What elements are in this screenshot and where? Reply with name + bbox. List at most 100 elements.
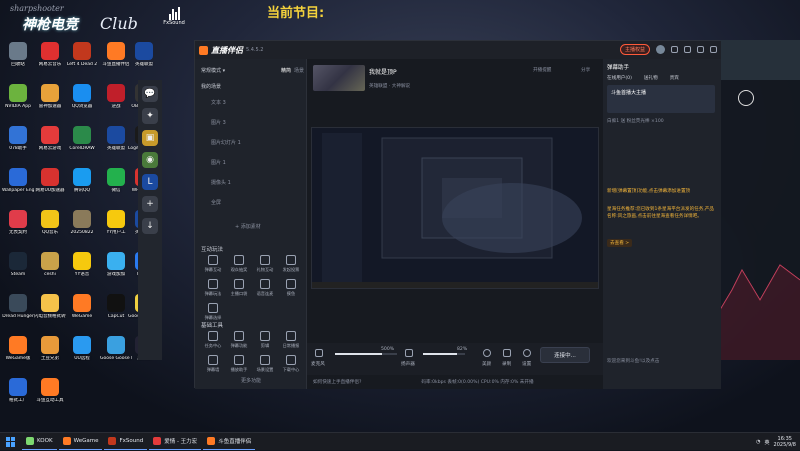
tool-button[interactable]: 礼物互动 xyxy=(253,255,277,277)
desktop-icon[interactable]: Dread Hunger xyxy=(2,294,34,334)
desktop-icon[interactable]: 078助手 xyxy=(2,126,34,166)
game-icon[interactable]: ◉ xyxy=(142,152,158,168)
app-icon xyxy=(9,252,27,270)
desktop-icon[interactable]: QQ浏览器 xyxy=(66,84,98,124)
close-icon[interactable] xyxy=(710,46,717,53)
fxsound-desktop-icon[interactable]: FxSound xyxy=(160,2,188,38)
add-source-button[interactable]: + 添加素材 xyxy=(235,223,261,230)
source-item[interactable]: 全屏 xyxy=(211,199,221,206)
chat-icon[interactable]: 💬 xyxy=(142,86,158,102)
tool-button[interactable]: 场景设置 xyxy=(253,355,277,377)
record-icon[interactable] xyxy=(503,349,511,357)
taskbar-item[interactable]: WeGame xyxy=(58,434,103,450)
tool-button[interactable]: 弹幕功能 xyxy=(227,331,251,353)
tool-button[interactable]: 剪辑 xyxy=(253,331,277,353)
clock[interactable]: 16:35 2025/9/8 xyxy=(774,436,796,448)
taskbar-item[interactable]: KOOK xyxy=(22,434,57,450)
tool-button[interactable]: 语音连麦 xyxy=(253,279,277,301)
windows-start-icon[interactable] xyxy=(6,436,16,447)
quick-start-link[interactable]: 如何快速上手直播伴侣? xyxy=(313,379,361,385)
desktop-icon[interactable]: 无畏契约 xyxy=(2,210,34,250)
avatar[interactable] xyxy=(656,45,665,54)
desktop-icon[interactable]: CorelDRAW xyxy=(66,126,98,166)
source-item[interactable]: 图片 1 xyxy=(211,159,226,166)
start-live-button[interactable]: 连接中... xyxy=(540,347,590,363)
desktop-icon[interactable]: WeGame版 xyxy=(2,336,34,376)
danmaku-tab[interactable]: 贵宾 xyxy=(670,75,679,81)
desktop-icon[interactable]: 网易云游戏 xyxy=(34,126,66,166)
tool-button[interactable]: 日常播报 xyxy=(279,331,303,353)
speaker-slider[interactable] xyxy=(423,353,465,355)
tool-button[interactable]: 观众抽奖 xyxy=(227,255,251,277)
sparkle-icon[interactable]: ✦ xyxy=(142,108,158,124)
wifi-icon[interactable]: ◔ xyxy=(756,439,760,445)
desktop-icon[interactable]: 网易UU加速器 xyxy=(34,168,66,208)
message-icon[interactable] xyxy=(671,46,678,53)
gear-icon[interactable] xyxy=(523,349,531,357)
desktop-icon[interactable]: 腾讯QQ xyxy=(66,168,98,208)
plus-icon[interactable]: + xyxy=(142,196,158,212)
source-item[interactable]: 文本 3 xyxy=(211,99,226,106)
taskbar-item[interactable]: 爱情 - 王力宏 xyxy=(149,434,202,450)
share-button[interactable]: 分享 xyxy=(581,67,590,73)
tool-button[interactable]: 下载中心 xyxy=(279,355,303,377)
desktop-icon[interactable]: 斗鱼互动工具 xyxy=(34,378,66,418)
stream-title[interactable]: 我就是顶P xyxy=(369,67,397,76)
speaker-label: 扬声器 xyxy=(401,362,415,367)
desktop-icon[interactable]: 英雄联盟 xyxy=(128,42,160,82)
go-view-button[interactable]: 去查看 > xyxy=(607,239,633,247)
source-item[interactable]: 摄像头 1 xyxy=(211,179,231,186)
desktop-icon[interactable]: 20250822 xyxy=(66,210,98,250)
desktop-icon[interactable]: Left 4 Dead 2 xyxy=(66,42,98,82)
more-features-button[interactable]: 更多功能 xyxy=(241,377,261,384)
desktop-icon[interactable]: 土豆兄弟 xyxy=(34,336,66,376)
lol-icon[interactable]: L xyxy=(142,174,158,190)
tool-button[interactable]: 任务中心 xyxy=(201,331,225,353)
taskbar-item[interactable]: 斗鱼直播伴侣 xyxy=(203,434,256,450)
desktop-icon[interactable]: Steam xyxy=(2,252,34,292)
danmaku-tab[interactable]: 在线用户(0) xyxy=(607,75,632,81)
streamer-benefits-pill[interactable]: 主播权益 xyxy=(619,44,650,55)
desktop-icon[interactable]: NVIDIA App xyxy=(2,84,34,124)
desktop-icon[interactable]: 雷神加速器 xyxy=(34,84,66,124)
live-remind-button[interactable]: 开播提醒 xyxy=(533,67,551,73)
desktop-icon[interactable]: YY语音 xyxy=(66,252,98,292)
minimize-icon[interactable] xyxy=(697,46,704,53)
mode-select[interactable]: 常规模式 ▾ xyxy=(201,67,225,74)
tool-button[interactable]: 弹幕互动 xyxy=(201,255,225,277)
download-icon[interactable]: ↓ xyxy=(142,218,158,234)
desktop-icon[interactable]: 网易云音乐 xyxy=(34,42,66,82)
desktop-icon-label: 斗鱼互动工具 xyxy=(36,398,64,403)
desktop-icon[interactable]: 回收站 xyxy=(2,42,34,82)
mic-slider[interactable] xyxy=(335,353,397,355)
tool-button[interactable]: 播放助手 xyxy=(227,355,251,377)
stream-category[interactable]: 英雄联盟 · 大神解说 xyxy=(369,83,410,89)
tool-button[interactable]: 主播口袋 xyxy=(227,279,251,301)
speaker-icon[interactable] xyxy=(405,349,413,357)
tool-button[interactable]: 发起投票 xyxy=(279,255,303,277)
tab-scene[interactable]: 场景 xyxy=(294,67,304,74)
tool-button[interactable]: 摸鱼 xyxy=(279,279,303,301)
reload-icon[interactable] xyxy=(738,90,754,106)
beauty-icon[interactable] xyxy=(483,349,491,357)
app-icon[interactable]: ▣ xyxy=(142,130,158,146)
desktop-icon[interactable]: ceshi xyxy=(34,252,66,292)
stream-thumbnail[interactable] xyxy=(313,65,365,91)
source-item[interactable]: 图片幻灯片 1 xyxy=(211,139,241,146)
desktop-icon[interactable]: Wallpaper Engine xyxy=(2,168,34,208)
tab-compact[interactable]: 精简 xyxy=(281,67,291,74)
tool-button[interactable]: 弹幕玩法 xyxy=(201,279,225,301)
desktop-icon[interactable]: UU远程 xyxy=(66,336,98,376)
desktop-icon[interactable]: 闪电音频格式转换器 xyxy=(34,294,66,334)
mic-icon[interactable] xyxy=(315,349,323,357)
desktop-icon[interactable]: QQ音乐 xyxy=(34,210,66,250)
taskbar-item[interactable]: FxSound xyxy=(104,434,148,450)
desktop-icon[interactable]: WeGame xyxy=(66,294,98,334)
source-item[interactable]: 图片 3 xyxy=(211,119,226,126)
settings-icon[interactable] xyxy=(684,46,691,53)
input-language[interactable]: 英 xyxy=(765,439,770,446)
danmaku-tab[interactable]: 送礼物 xyxy=(644,75,658,81)
tool-button[interactable]: 弹幕墙 xyxy=(201,355,225,377)
desktop-icon[interactable]: 格式工厂 xyxy=(2,378,34,418)
live-banner[interactable]: 斗鱼首播大主播 xyxy=(607,85,715,113)
